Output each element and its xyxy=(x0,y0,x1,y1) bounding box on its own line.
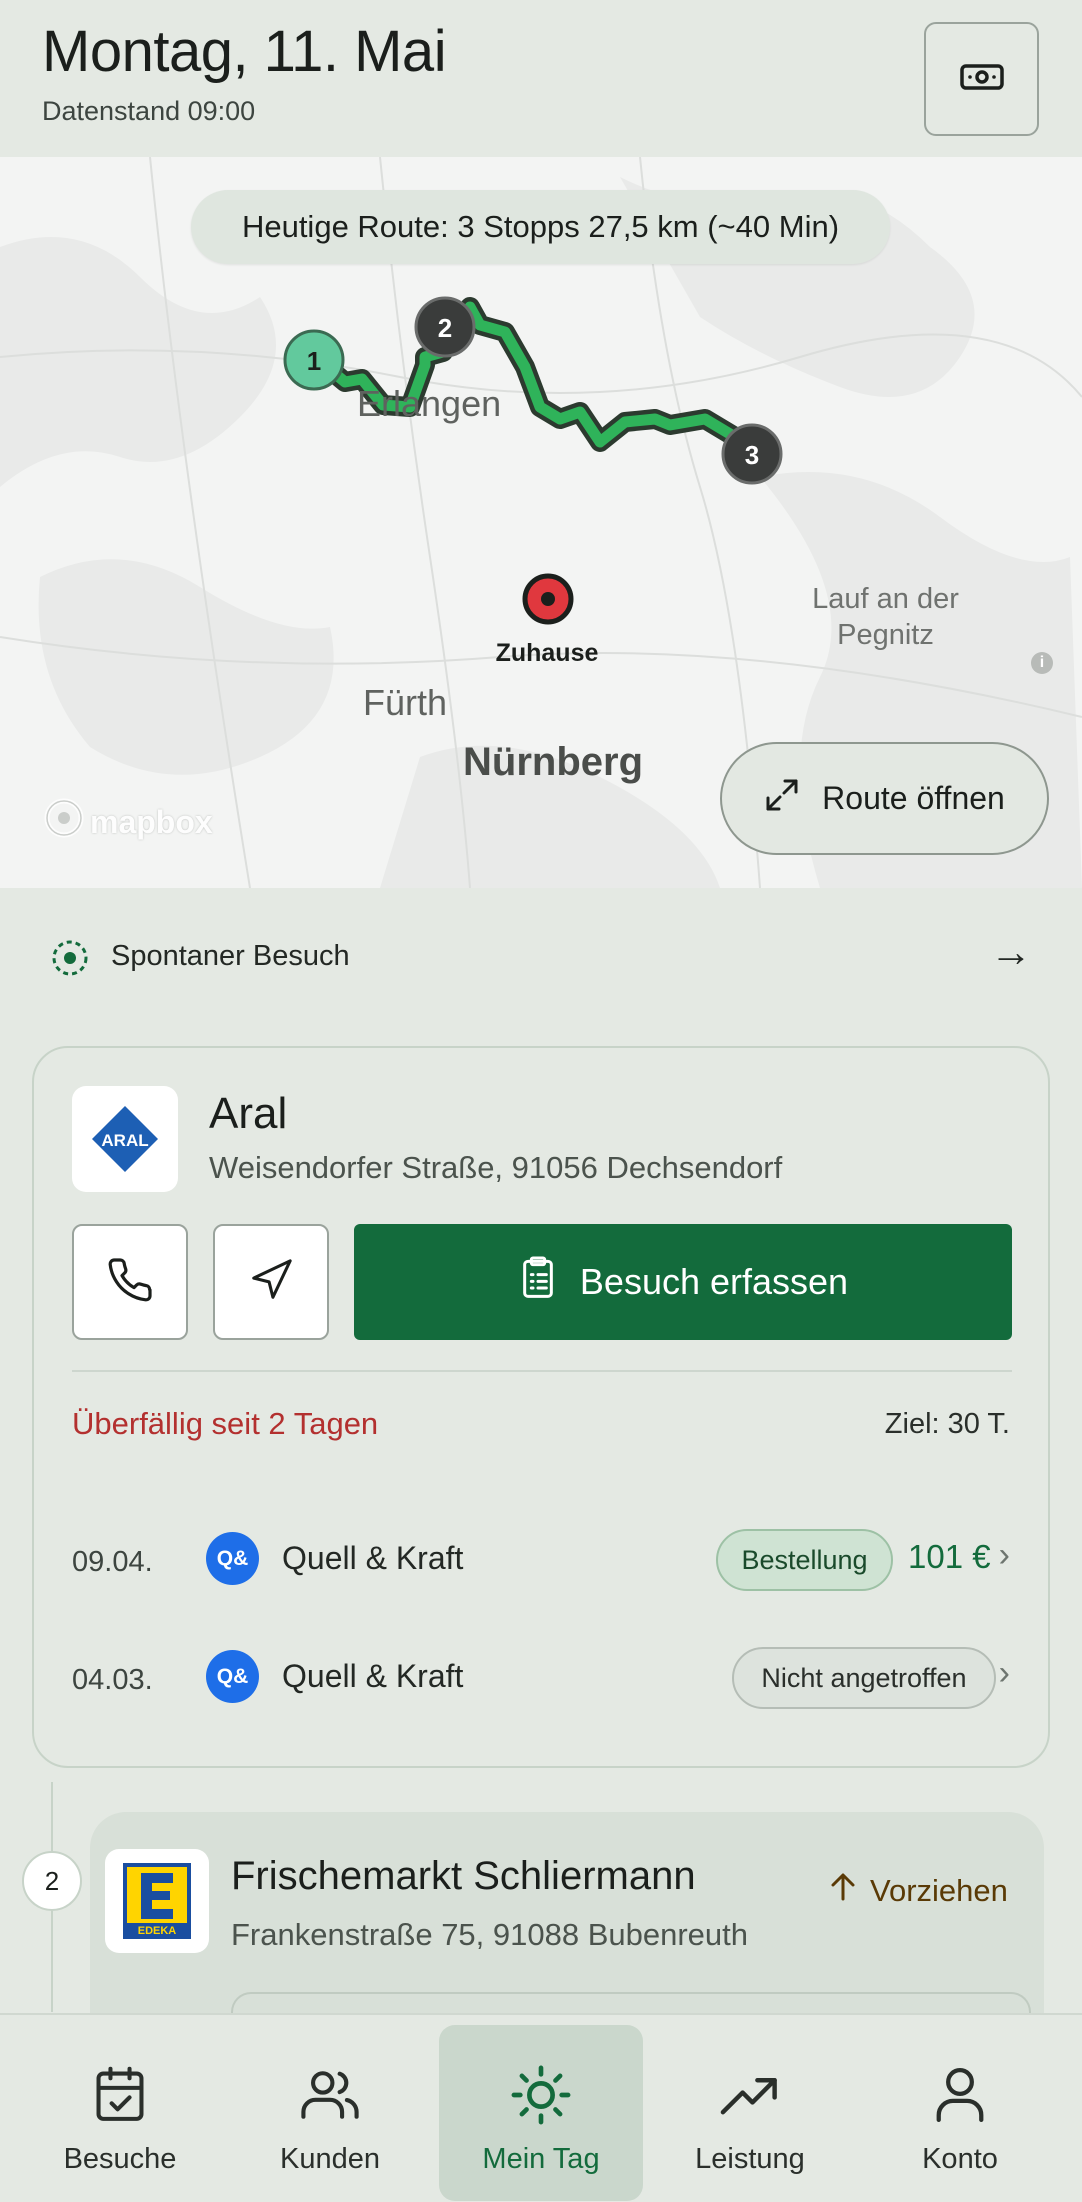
info-icon[interactable]: i xyxy=(1031,652,1053,674)
phone-icon xyxy=(106,1256,154,1309)
aral-logo: ARAL xyxy=(72,1086,178,1192)
nav-label: Konto xyxy=(922,2143,998,2175)
route-stop-1[interactable]: 1 xyxy=(283,329,345,391)
spontaneous-visit-label: Spontaner Besuch xyxy=(111,940,350,972)
aral-logo-text: ARAL xyxy=(101,1131,148,1150)
route-stop-2[interactable]: 2 xyxy=(414,296,476,358)
next-customer-address: Frankenstraße 75, 91088 Bubenreuth xyxy=(231,1917,749,1952)
route-map[interactable]: 1 2 3 Heutige Route: 3 Stopps 27,5 km (~… xyxy=(0,157,1082,888)
history-row[interactable]: 04.03. Q& Quell & Kraft Nicht angetroffe… xyxy=(72,1642,1012,1712)
nav-label: Besuche xyxy=(63,2143,177,2175)
page-title: Montag, 11. Mai xyxy=(42,19,447,84)
overdue-status: Überfällig seit 2 Tagen xyxy=(72,1406,379,1441)
nav-label: Leistung xyxy=(695,2143,805,2175)
call-button[interactable] xyxy=(72,1224,188,1340)
record-visit-button[interactable]: Besuch erfassen xyxy=(354,1224,1012,1340)
nav-label: Mein Tag xyxy=(482,2143,600,2175)
customer-name: Aral xyxy=(209,1089,288,1138)
supplier-name: Quell & Kraft xyxy=(282,1658,464,1694)
chevron-right-icon: › xyxy=(998,1536,1010,1574)
user-icon xyxy=(934,2063,986,2127)
record-visit-label: Besuch erfassen xyxy=(579,1261,849,1302)
status-badge: Bestellung xyxy=(716,1529,893,1591)
arrow-right-icon: → xyxy=(990,928,1032,975)
mapbox-attribution: mapbox xyxy=(90,803,213,840)
bottom-navigation: Besuche Kunden Mein Tag Leistung Konto xyxy=(0,2013,1082,2202)
header: Montag, 11. Mai Datenstand 09:00 xyxy=(0,0,1082,157)
home-label: Zuhause xyxy=(495,639,599,667)
svg-text:3: 3 xyxy=(745,440,759,470)
map-label-nuernberg: Nürnberg xyxy=(463,740,643,784)
chevron-right-icon: › xyxy=(998,1654,1010,1692)
nav-besuche[interactable]: Besuche xyxy=(18,2025,222,2201)
mapbox-icon xyxy=(44,798,84,846)
history-date: 04.03. xyxy=(72,1664,153,1696)
status-badge: Nicht angetroffen xyxy=(732,1647,996,1709)
mapbox-logo[interactable]: mapbox xyxy=(44,798,213,846)
supplier-avatar: Q& xyxy=(206,1532,259,1585)
map-label-lauf: Lauf an der Pegnitz xyxy=(812,583,959,651)
sun-icon xyxy=(510,2063,572,2127)
edeka-logo-text: EDEKA xyxy=(138,1925,177,1937)
cash-button[interactable] xyxy=(924,22,1039,136)
pull-forward-button[interactable]: Vorziehen xyxy=(830,1872,1008,1910)
customer-address: Weisendorfer Straße, 91056 Dechsendorf xyxy=(209,1150,783,1185)
spontaneous-visit-row[interactable]: Spontaner Besuch → xyxy=(0,888,1082,1028)
location-target-icon xyxy=(51,939,89,982)
svg-text:1: 1 xyxy=(307,346,321,376)
route-summary: Heutige Route: 3 Stopps 27,5 km (~40 Min… xyxy=(191,190,890,264)
data-timestamp: Datenstand 09:00 xyxy=(42,96,256,126)
users-icon xyxy=(298,2063,362,2127)
calendar-check-icon xyxy=(91,2063,149,2127)
route-open-label: Route öffnen xyxy=(822,780,1005,816)
next-customer-name: Frischemarkt Schliermann xyxy=(231,1854,696,1898)
clipboard-list-icon xyxy=(518,1256,558,1309)
nav-leistung[interactable]: Leistung xyxy=(648,2025,852,2201)
nav-kunden[interactable]: Kunden xyxy=(228,2025,432,2201)
route-stop-3[interactable]: 3 xyxy=(721,423,783,485)
trending-up-icon xyxy=(718,2063,782,2127)
supplier-avatar: Q& xyxy=(206,1650,259,1703)
edeka-logo: EDEKA xyxy=(105,1849,209,1953)
nav-mein-tag[interactable]: Mein Tag xyxy=(439,2025,643,2201)
divider xyxy=(72,1370,1012,1372)
arrow-up-icon xyxy=(830,1872,856,1910)
history-date: 09.04. xyxy=(72,1546,153,1578)
map-label-erlangen: Erlangen xyxy=(357,383,502,424)
svg-text:2: 2 xyxy=(438,313,452,343)
route-open-button[interactable]: Route öffnen xyxy=(720,742,1049,855)
order-amount: 101 € xyxy=(908,1538,991,1575)
map-label-fuerth: Fürth xyxy=(363,682,448,723)
banknote-icon xyxy=(959,60,1005,99)
expand-icon xyxy=(764,777,800,821)
step-number-badge: 2 xyxy=(22,1851,82,1911)
current-stop-card: ARAL Aral Weisendorfer Straße, 91056 Dec… xyxy=(32,1046,1050,1768)
home-marker[interactable] xyxy=(522,573,574,625)
nav-konto[interactable]: Konto xyxy=(858,2025,1062,2201)
visit-target: Ziel: 30 T. xyxy=(884,1408,1010,1440)
pull-forward-label: Vorziehen xyxy=(870,1873,1008,1908)
supplier-name: Quell & Kraft xyxy=(282,1540,464,1576)
navigate-button[interactable] xyxy=(213,1224,329,1340)
navigation-icon xyxy=(248,1257,294,1308)
nav-label: Kunden xyxy=(280,2143,380,2175)
history-row[interactable]: 09.04. Q& Quell & Kraft Bestellung 101 €… xyxy=(72,1524,1012,1594)
